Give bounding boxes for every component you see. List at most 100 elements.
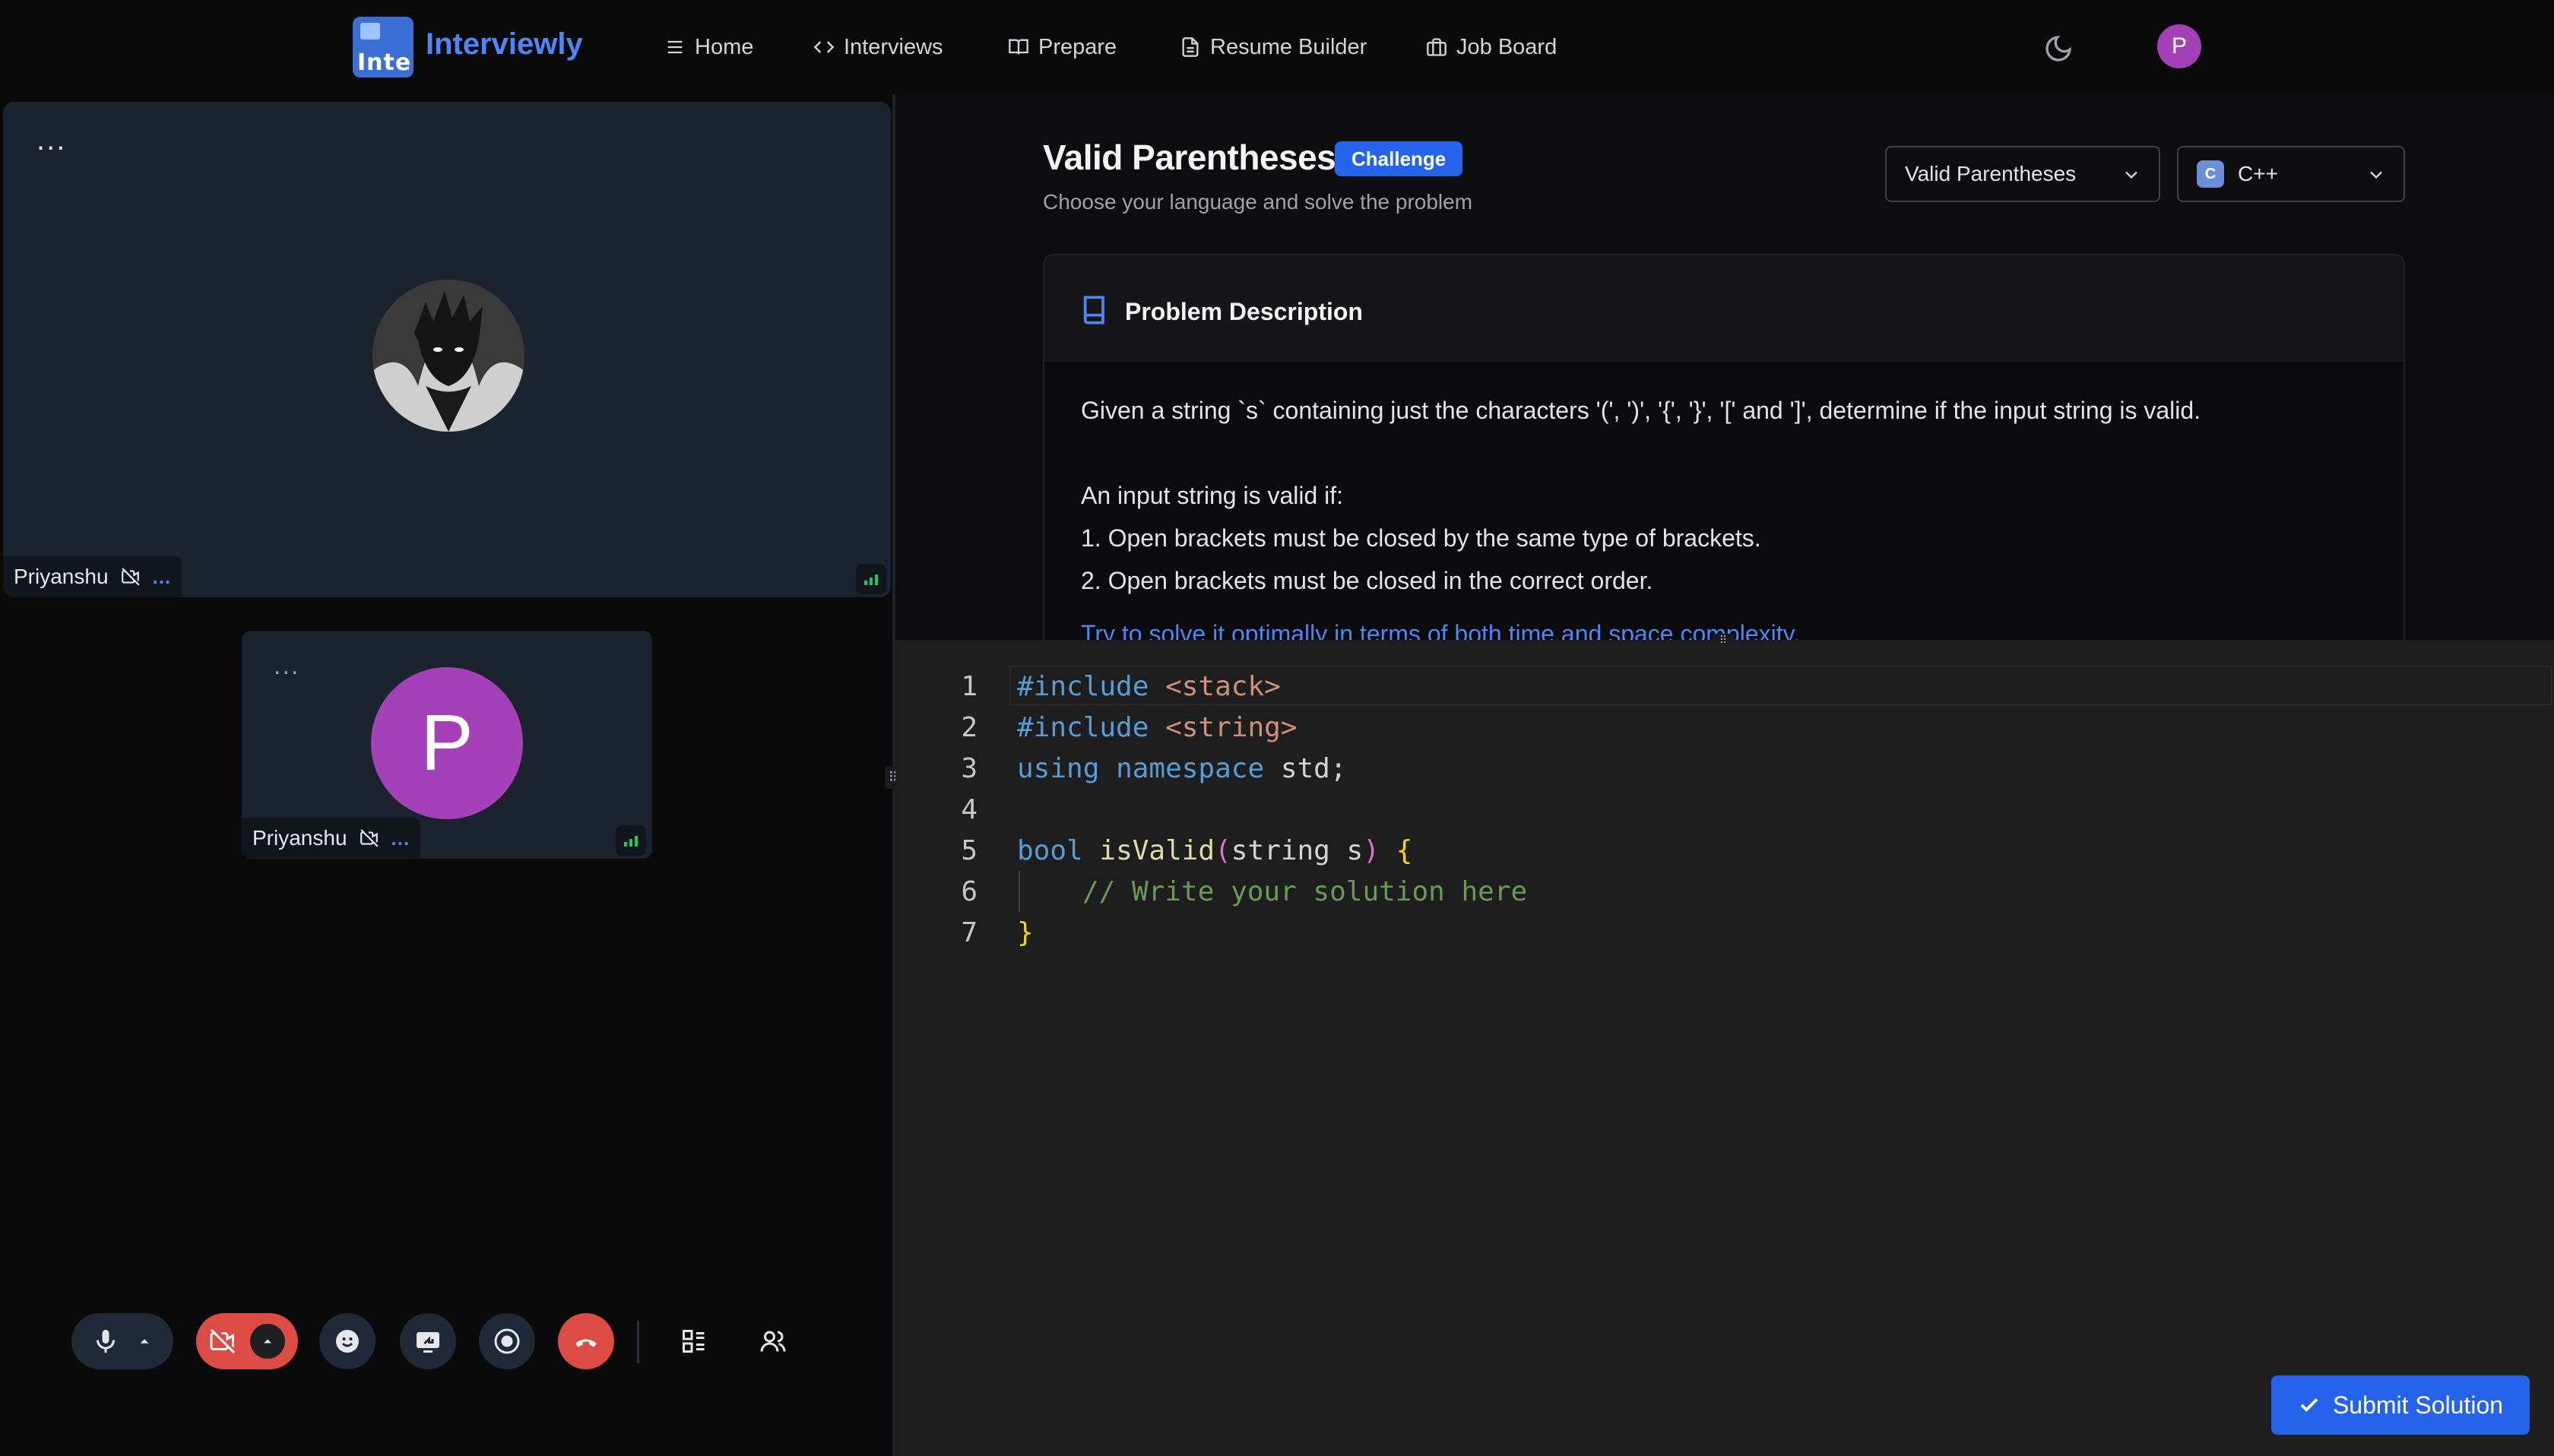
layout-button[interactable] — [666, 1313, 722, 1369]
broken-image-icon — [360, 23, 380, 40]
nav-home[interactable]: Home — [664, 32, 753, 62]
camera-off-icon — [210, 1328, 236, 1354]
description-line: 1. Open brackets must be closed by the s… — [1081, 524, 1761, 552]
moon-icon[interactable] — [2043, 33, 2074, 64]
submit-solution-button[interactable]: Submit Solution — [2271, 1375, 2530, 1435]
code-token: isValid — [1099, 834, 1215, 866]
nav-job-board[interactable]: Job Board — [1426, 32, 1557, 62]
microphone-icon — [97, 1330, 115, 1353]
participants-button[interactable] — [745, 1313, 801, 1369]
description-line: An input string is valid if: — [1081, 482, 1344, 509]
line-number: 5 — [961, 834, 978, 866]
brand-name[interactable]: Interviewly — [426, 27, 583, 62]
nav-resume-builder[interactable]: Resume Builder — [1180, 32, 1367, 62]
editor-line: 3 using namespace std; — [895, 748, 2554, 789]
screen-share-icon — [417, 1332, 439, 1353]
end-call-button[interactable] — [558, 1313, 614, 1369]
problem-description-header: Problem Description — [1044, 255, 2403, 362]
self-name-tag: Priyanshu ... — [242, 818, 421, 859]
self-more-button[interactable]: ... — [391, 827, 410, 850]
briefcase-icon — [1427, 38, 1447, 56]
code-token: #include — [1017, 711, 1149, 743]
menu-icon — [667, 40, 683, 54]
problem-title: Valid Parentheses — [1043, 138, 1336, 177]
layout-icon — [683, 1330, 705, 1353]
problem-select-value: Valid Parentheses — [1905, 162, 2077, 185]
control-divider — [637, 1321, 639, 1363]
code-token: namespace — [1116, 752, 1265, 784]
nav-prepare-label: Prepare — [1038, 34, 1117, 59]
logo-image[interactable]: Inte — [353, 17, 414, 78]
line-number: 3 — [961, 752, 978, 784]
participant-initial-avatar: P — [371, 667, 523, 819]
avatar-artwork — [372, 280, 524, 432]
code-token: } — [1017, 916, 1034, 948]
editor-line: 2 #include <string> — [895, 707, 2554, 748]
book-icon — [1083, 296, 1104, 324]
camera-off-icon — [360, 829, 379, 847]
reaction-button[interactable] — [319, 1313, 375, 1369]
network-signal-icon — [616, 825, 646, 856]
record-button[interactable] — [479, 1313, 535, 1369]
participants-icon — [760, 1331, 786, 1352]
nav-job-board-label: Job Board — [1456, 34, 1557, 59]
top-navbar: Inte Interviewly Home Interviews Prepare… — [0, 0, 2554, 94]
camera-options-button[interactable] — [250, 1324, 285, 1359]
participant-avatar-image — [372, 280, 524, 432]
user-avatar[interactable]: P — [2157, 24, 2201, 68]
code-token: using — [1017, 752, 1100, 784]
indent-guide — [1019, 871, 1020, 912]
problem-subtitle: Choose your language and solve the probl… — [1043, 190, 1473, 214]
nav-resume-builder-label: Resume Builder — [1210, 34, 1367, 59]
problem-description-card: Problem Description Given a string `s` c… — [1043, 254, 2405, 641]
cpp-icon: C — [2197, 160, 2224, 188]
editor-line: 6 // Write your solution here — [895, 871, 2554, 912]
code-editor[interactable]: 1 #include <stack> 2 #include <string> 3… — [895, 643, 2554, 1456]
tile-more-button[interactable]: ... — [36, 125, 66, 155]
record-icon — [494, 1328, 520, 1354]
network-signal-icon — [856, 564, 886, 594]
participant-name: Priyanshu — [14, 565, 109, 588]
line-number: 4 — [961, 793, 978, 825]
code-token: bool — [1017, 834, 1083, 866]
code-token: ( — [1215, 834, 1231, 866]
microphone-control[interactable] — [71, 1313, 173, 1369]
file-text-icon — [1182, 37, 1199, 57]
participant-more-button[interactable]: ... — [153, 565, 172, 589]
code-token: #include — [1017, 670, 1149, 702]
code-token: std; — [1280, 752, 1347, 784]
video-tile-self[interactable]: ... P Priyanshu ... — [242, 631, 652, 859]
tile-more-button-small[interactable]: ... — [274, 653, 299, 679]
language-select[interactable]: C C++ — [2177, 146, 2405, 202]
description-line: 2. Open brackets must be closed in the c… — [1081, 567, 1653, 594]
chevron-down-icon — [2125, 171, 2137, 179]
nav-interviews-label: Interviews — [844, 34, 943, 59]
line-number: 7 — [961, 916, 978, 948]
camera-control[interactable] — [196, 1313, 298, 1369]
problem-description-body: Given a string `s` containing just the c… — [1081, 389, 2373, 641]
nav-home-label: Home — [695, 34, 754, 59]
participant-name-tag: Priyanshu ... — [3, 556, 182, 597]
line-number: 2 — [961, 711, 978, 743]
code-token: { — [1396, 834, 1413, 866]
caret-up-icon[interactable] — [136, 1333, 153, 1350]
challenge-badge: Challenge — [1335, 141, 1463, 176]
editor-line: 1 #include <stack> — [895, 666, 2554, 707]
problem-select[interactable]: Valid Parentheses — [1885, 146, 2160, 202]
book-open-icon — [1009, 39, 1028, 55]
end-call-icon — [575, 1339, 597, 1347]
code-icon — [813, 41, 835, 53]
code-token: ) — [1363, 834, 1380, 866]
code-token: <stack> — [1165, 670, 1281, 702]
screen-share-button[interactable] — [400, 1313, 456, 1369]
nav-interviews[interactable]: Interviews — [813, 32, 943, 62]
code-token: string s — [1231, 834, 1364, 866]
caret-up-icon — [264, 1339, 271, 1344]
description-line: Given a string `s` containing just the c… — [1081, 397, 2201, 424]
nav-prepare[interactable]: Prepare — [1008, 32, 1117, 62]
camera-off-icon — [121, 568, 140, 586]
reaction-icon — [336, 1330, 359, 1353]
video-tile-main[interactable]: ... Priyanshu ... — [3, 102, 891, 597]
editor-line: 7 } — [895, 912, 2554, 953]
code-token: // Write your solution here — [1082, 875, 1528, 907]
